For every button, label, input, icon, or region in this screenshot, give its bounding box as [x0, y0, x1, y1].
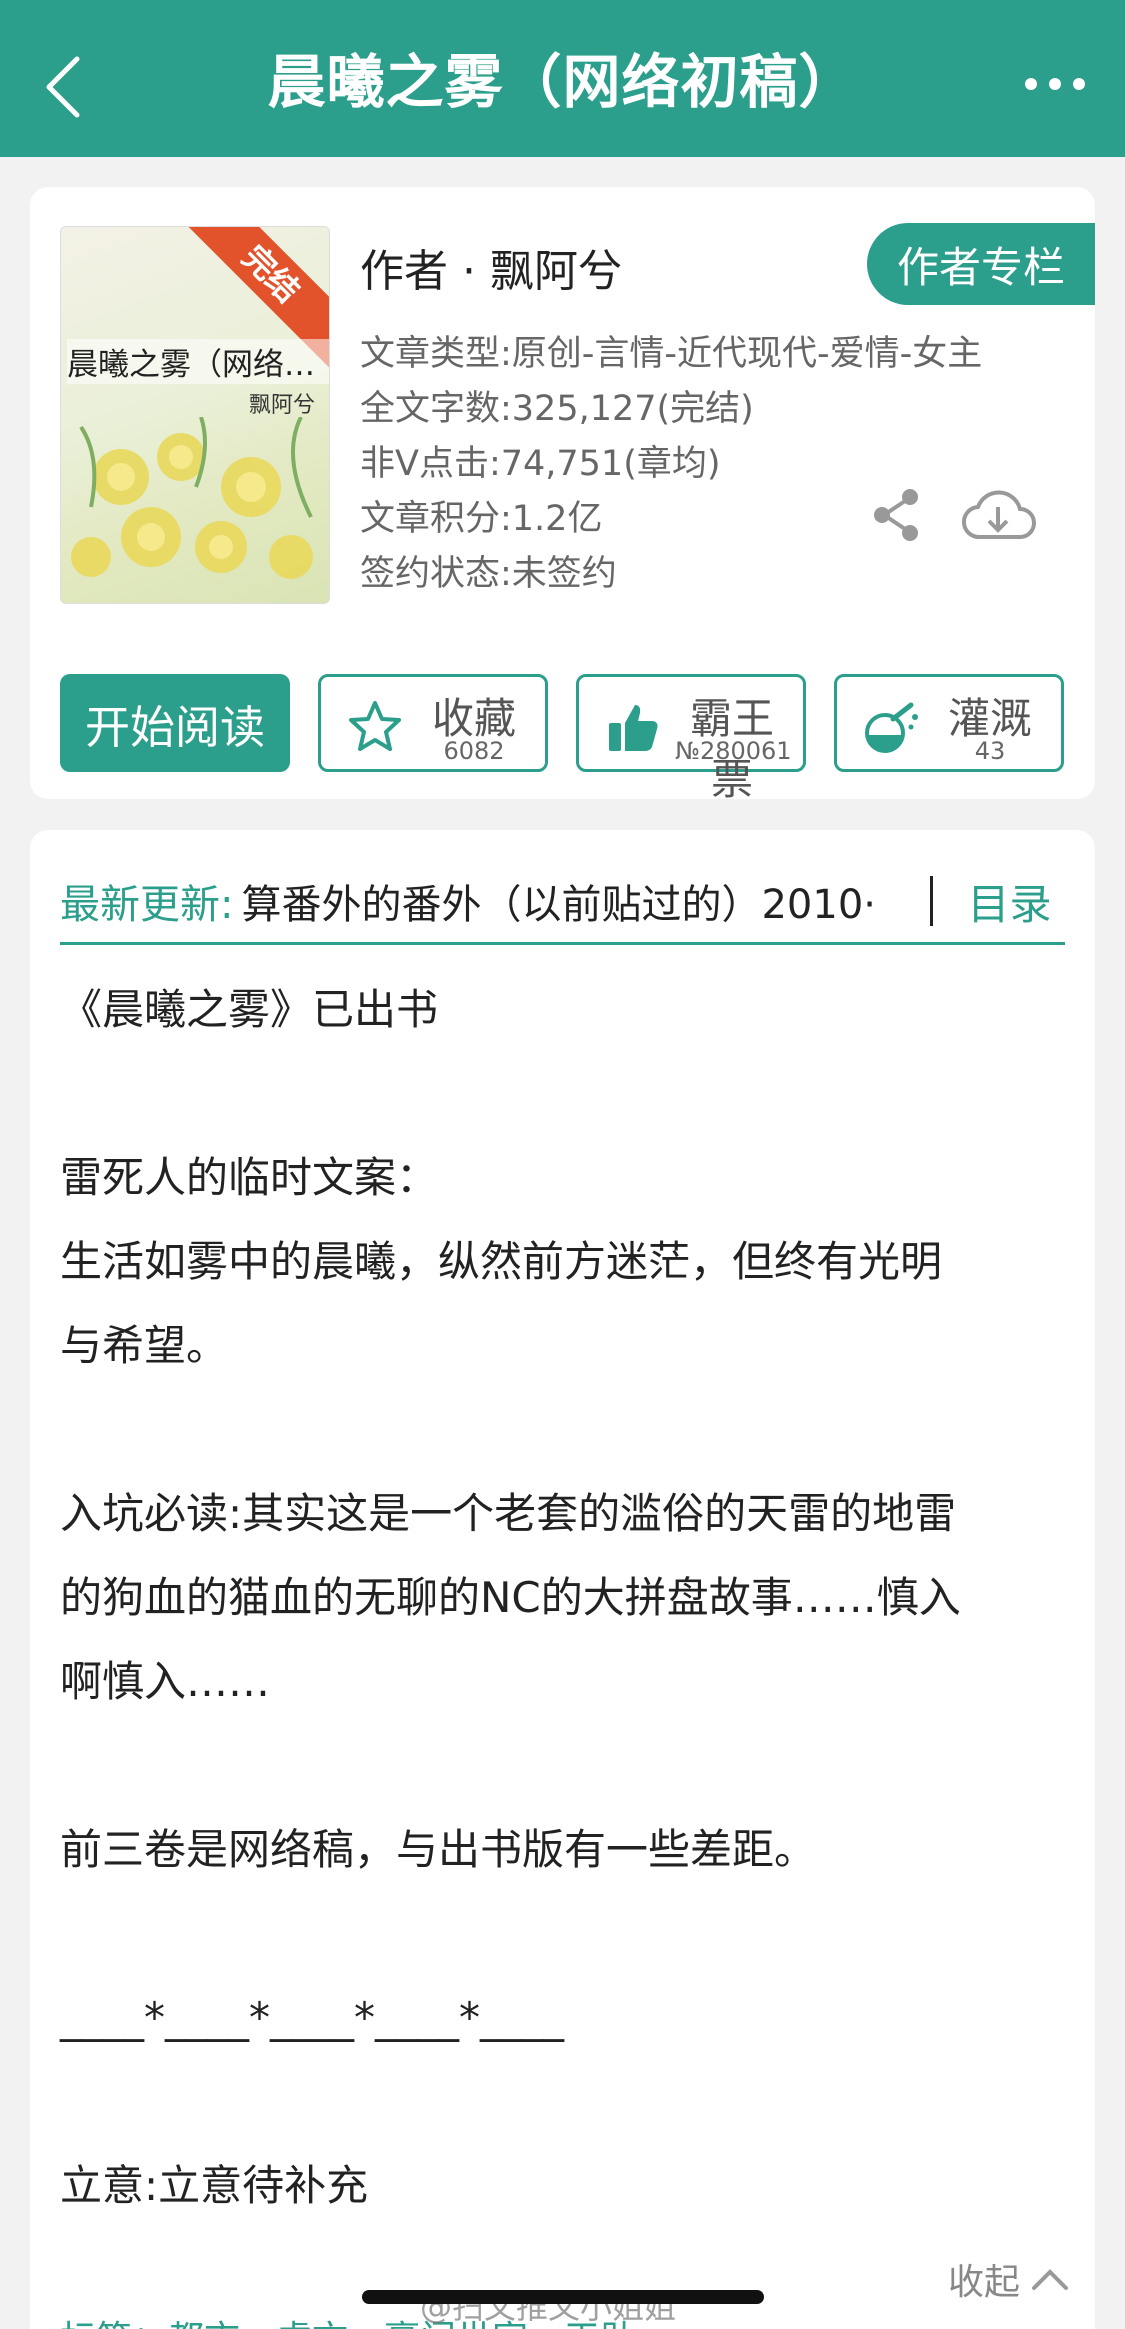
meta-wordcount: 全文字数:325,127(完结): [360, 389, 754, 429]
desc-line: ____*____*____*____*____: [60, 1993, 564, 2042]
book-cover[interactable]: 完结 晨曦之雾（网络初稿） 飘阿兮: [60, 226, 330, 604]
latest-update-bar[interactable]: 最新更新: 算番外的番外（以前贴过的）2010· 目录: [60, 860, 1065, 945]
desc-line: [60, 1052, 1065, 1136]
chevron-up-icon: [1032, 2269, 1069, 2290]
latest-update-text[interactable]: 算番外的番外（以前贴过的）2010·: [241, 872, 876, 930]
desc-line: 前三卷是网络稿，与出书版有一些差距。: [60, 1825, 817, 1874]
cover-author: 飘阿兮: [248, 393, 315, 418]
description-card: 最新更新: 算番外的番外（以前贴过的）2010· 目录 《晨曦之雾》已出书 雷死…: [30, 830, 1095, 2329]
latest-update-label: 最新更新:: [60, 882, 234, 928]
download-cloud-icon[interactable]: [960, 483, 1036, 543]
watering-flask-icon: [865, 702, 918, 753]
desc-line: 啊慎入……: [60, 1657, 271, 1706]
divider: [930, 876, 934, 926]
desc-line: [60, 1724, 1065, 1808]
author-column-button[interactable]: 作者专栏: [867, 223, 1095, 305]
cover-title: 晨曦之雾（网络初稿）: [67, 339, 329, 384]
collapse-label: 收起: [948, 2262, 1021, 2303]
thumbs-up-icon: [609, 705, 658, 751]
more-dots-icon[interactable]: [1025, 74, 1085, 94]
collapse-button[interactable]: 收起: [948, 2253, 1070, 2305]
meta-type: 文章类型:原创-言情-近代现代-爱情-女主: [360, 334, 983, 374]
home-indicator: [362, 2290, 764, 2304]
meta-clicks: 非V点击:74,751(章均): [360, 444, 721, 484]
start-reading-button[interactable]: 开始阅读: [60, 674, 290, 772]
desc-line: [60, 2060, 1065, 2144]
star-icon: [349, 701, 401, 751]
desc-line: 立意:立意待补充: [60, 2161, 369, 2210]
book-description: 《晨曦之雾》已出书 雷死人的临时文案： 生活如雾中的晨曦，纵然前方迷茫，但终有光…: [60, 968, 1065, 2228]
page-title: 晨曦之雾（网络初稿）: [267, 47, 858, 116]
action-buttons: 开始阅读 收藏 6082 霸王票 №280061 灌溉 43: [60, 674, 1065, 804]
share-icon[interactable]: [870, 487, 922, 543]
meta-contract: 签约状态:未签约: [360, 554, 617, 594]
top-bar: 晨曦之雾（网络初稿）: [0, 0, 1125, 157]
author-name[interactable]: 作者 · 飘阿兮: [360, 235, 622, 299]
toc-link[interactable]: 目录: [967, 871, 1051, 932]
favorite-count: 6082: [443, 737, 505, 765]
desc-line: [60, 1388, 1065, 1472]
vote-button[interactable]: 霸王票 №280061: [576, 674, 806, 804]
water-count: 43: [974, 737, 1006, 765]
vote-count: №280061: [675, 737, 792, 765]
book-info-card: 完结 晨曦之雾（网络初稿） 飘阿兮 作者 · 飘阿兮 作者专栏 文章类型:原创-…: [30, 187, 1095, 804]
desc-line: 入坑必读:其实这是一个老套的滥俗的天雷的地雷: [60, 1489, 957, 1538]
desc-line: 的狗血的猫血的无聊的NC的大拼盘故事……慎入: [60, 1573, 961, 1622]
flower-illustration: [71, 417, 313, 579]
desc-line: 《晨曦之雾》已出书: [60, 985, 439, 1034]
desc-line: 与希望。: [60, 1321, 229, 1370]
water-button[interactable]: 灌溉 43: [834, 674, 1064, 772]
desc-line: 生活如雾中的晨曦，纵然前方迷茫，但终有光明: [60, 1237, 943, 1286]
back-arrow-icon[interactable]: [38, 52, 88, 122]
watermark: @扫文推文小姐姐: [420, 2288, 677, 2326]
favorite-button[interactable]: 收藏 6082: [318, 674, 548, 772]
desc-line: 雷死人的临时文案：: [60, 1153, 439, 1202]
desc-line: [60, 1892, 1065, 1976]
book-meta: 文章类型:原创-言情-近代现代-爱情-女主 全文字数:325,127(完结) 非…: [360, 327, 982, 602]
